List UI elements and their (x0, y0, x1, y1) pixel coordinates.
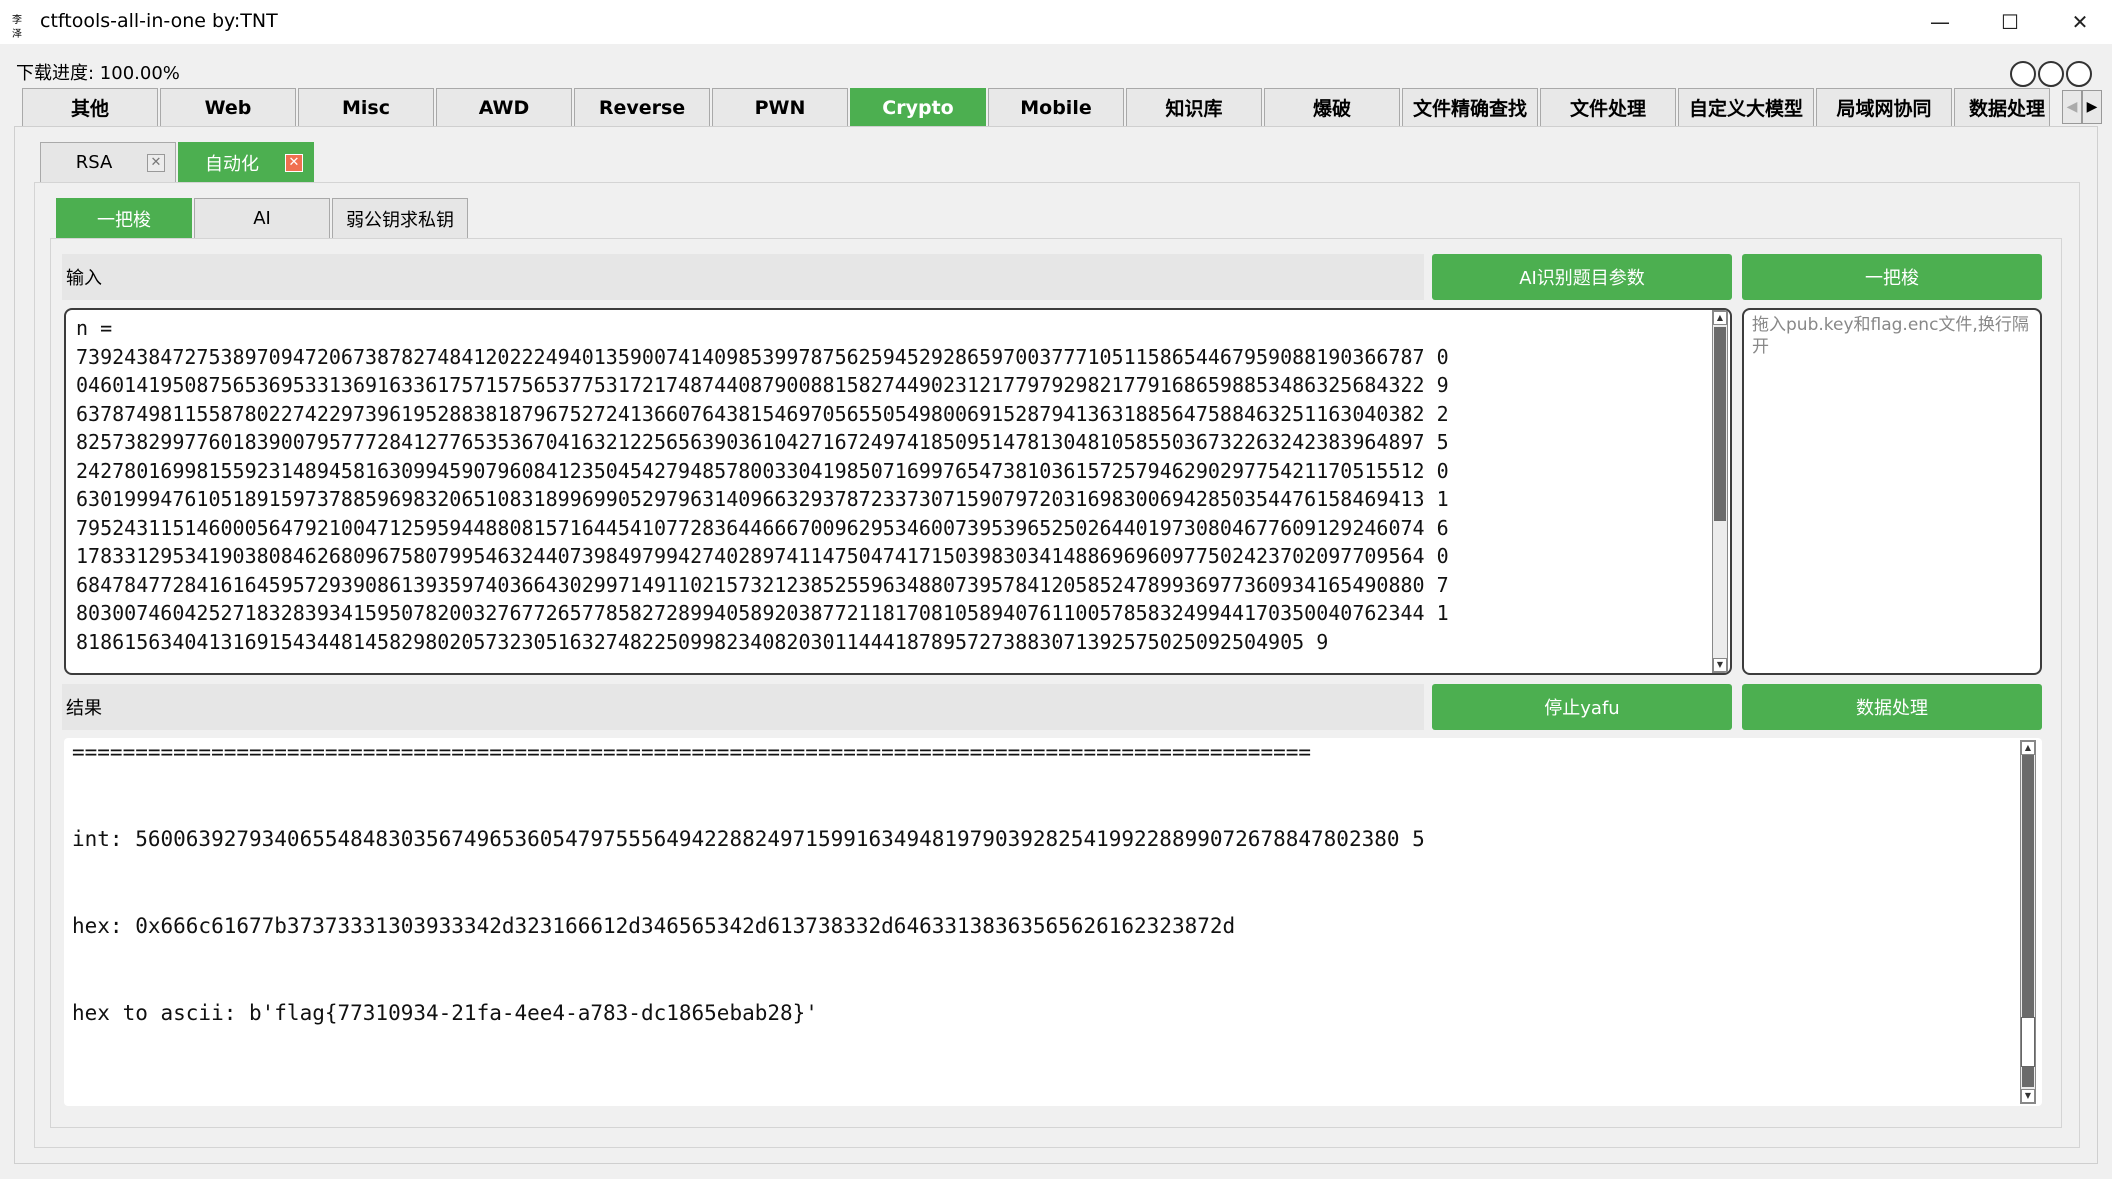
app-icon: 李泽 (12, 15, 22, 40)
close-icon[interactable]: ✕ (147, 153, 165, 172)
tab-scroll-buttons: ◀ ▶ (2062, 90, 2104, 124)
minimize-button[interactable]: — (1908, 0, 1972, 44)
tab-file-search[interactable]: 文件精确查找 (1402, 88, 1538, 126)
data-processing-button[interactable]: 数据处理 (1742, 684, 2042, 730)
text-line: 8030074604252718328393415950782003276772… (76, 601, 1449, 625)
text-line: 2427801699815592314894581630994590796084… (76, 458, 1449, 483)
stop-yafu-button[interactable]: 停止yafu (1432, 684, 1732, 730)
window-title: ctftools-all-in-one by:TNT (40, 10, 278, 32)
text-line: hex: 0x666c61677b37373331303933342d32316… (72, 914, 1236, 938)
tab-one-shot[interactable]: 一把梭 (56, 198, 192, 238)
close-icon[interactable]: ✕ (285, 153, 303, 172)
scroll-down-icon[interactable]: ▼ (2021, 1089, 2035, 1103)
result-textarea[interactable]: ========================================… (64, 738, 2042, 1106)
main-tab-bar: 其他 Web Misc AWD Reverse PWN Crypto Mobil… (22, 88, 2062, 126)
text-line: ========================================… (72, 740, 1312, 764)
download-progress-label: 下载进度: 100.00% (16, 63, 180, 84)
circle-indicator-icon[interactable] (2010, 61, 2036, 87)
text-line: 7952431151460005647921004712595944880815… (76, 515, 1449, 540)
tab-reverse[interactable]: Reverse (574, 88, 710, 126)
tab-lan-collab[interactable]: 局域网协同 (1816, 88, 1952, 126)
scrollbar-track-fill (2022, 1067, 2034, 1087)
result-scrollbar[interactable]: ▲ ▼ (2020, 740, 2036, 1104)
text-line: 1783312953419038084626809675807995463244… (76, 544, 1449, 568)
tab-misc[interactable]: Misc (298, 88, 434, 126)
input-scrollbar[interactable]: ▲ ▼ (1712, 310, 1728, 673)
subtab-automation[interactable]: 自动化 ✕ (178, 142, 314, 182)
input-label: 输入 (62, 254, 1424, 300)
scroll-down-icon[interactable]: ▼ (1713, 658, 1727, 672)
result-label: 结果 (62, 684, 1424, 730)
tab-file-processing[interactable]: 文件处理 (1540, 88, 1676, 126)
tab-data-processing[interactable]: 数据处理 (1954, 88, 2050, 126)
scroll-up-icon[interactable]: ▲ (2021, 741, 2035, 755)
title-bar: 李泽 ctftools-all-in-one by:TNT — ☐ ✕ (0, 0, 2112, 44)
text-line: hex to ascii: b'flag{77310934-21fa-4ee4-… (72, 1001, 818, 1025)
close-window-button[interactable]: ✕ (2048, 0, 2112, 44)
file-drop-placeholder: 拖入pub.key和flag.enc文件,换行隔开 (1752, 315, 2029, 357)
scroll-left-icon[interactable]: ◀ (2062, 90, 2082, 124)
tab-bruteforce[interactable]: 爆破 (1264, 88, 1400, 126)
circle-indicator-icon[interactable] (2038, 61, 2064, 87)
text-line: 8186156340413169154344814582980205732305… (76, 629, 1329, 654)
subtab-rsa-label: RSA (75, 152, 113, 173)
text-line (72, 1057, 2032, 1086)
text-line: 6301999476105189159737885969832065108318… (76, 487, 1449, 511)
tab-custom-llm[interactable]: 自定义大模型 (1678, 88, 1814, 126)
tab-knowledge-base[interactable]: 知识库 (1126, 88, 1262, 126)
scrollbar-track-fill (2022, 755, 2034, 1025)
maximize-button[interactable]: ☐ (1978, 0, 2042, 44)
text-line (72, 941, 2032, 970)
scroll-right-icon[interactable]: ▶ (2082, 90, 2102, 124)
file-drop-area[interactable]: 拖入pub.key和flag.enc文件,换行隔开 (1742, 308, 2042, 675)
tab-web[interactable]: Web (160, 88, 296, 126)
text-line: 0460141950875653695331369163361757157565… (76, 373, 1449, 397)
subtab-rsa[interactable]: RSA ✕ (40, 142, 176, 182)
text-line (72, 854, 2032, 883)
status-indicators (2010, 61, 2092, 87)
tab-crypto[interactable]: Crypto (850, 88, 986, 126)
text-line (72, 970, 2032, 999)
circle-indicator-icon[interactable] (2066, 61, 2092, 87)
tab-awd[interactable]: AWD (436, 88, 572, 126)
tab-ai[interactable]: AI (194, 198, 330, 238)
scrollbar-thumb[interactable] (1714, 327, 1726, 521)
ai-identify-params-button[interactable]: AI识别题目参数 (1432, 254, 1732, 300)
tab-other[interactable]: 其他 (22, 88, 158, 126)
text-line (72, 767, 2032, 796)
tab-pwn[interactable]: PWN (712, 88, 848, 126)
text-line: int: 56006392793406554848303567496536054… (72, 827, 1425, 851)
text-line: 8257382997760183900795777284127765353670… (76, 430, 1449, 454)
tab-weak-pubkey[interactable]: 弱公钥求私钥 (332, 198, 468, 238)
text-line: 6378749811558780227422973961952883818796… (76, 401, 1449, 426)
one-shot-run-button[interactable]: 一把梭 (1742, 254, 2042, 300)
text-line (72, 1086, 2032, 1106)
input-textarea[interactable]: n = 7392438472753897094720673878274841202… (64, 308, 1732, 675)
scrollbar-thumb[interactable] (2021, 1017, 2035, 1067)
subtab-automation-label: 自动化 (205, 153, 259, 175)
text-line: 6847847728416164595729390861393597403664… (76, 572, 1449, 597)
tab-mobile[interactable]: Mobile (988, 88, 1124, 126)
text-line: 7392438472753897094720673878274841202224… (76, 344, 1449, 369)
input-text: n = 7392438472753897094720673878274841202… (76, 314, 1730, 656)
result-text: ========================================… (72, 738, 2032, 1106)
text-line (72, 796, 2032, 825)
text-line (72, 1028, 2032, 1057)
text-line: n = (76, 316, 113, 340)
text-line (72, 883, 2032, 912)
scroll-up-icon[interactable]: ▲ (1713, 311, 1727, 325)
